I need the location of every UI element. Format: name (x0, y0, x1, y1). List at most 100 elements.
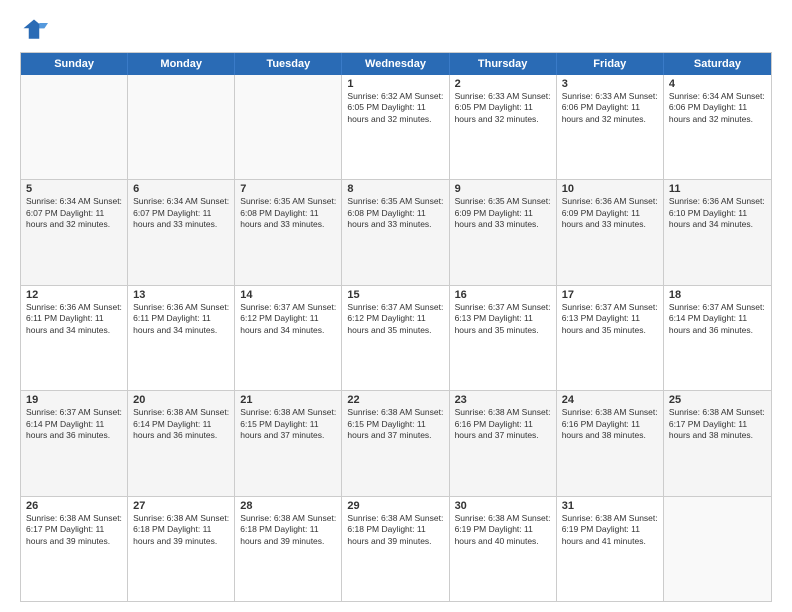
day-number: 13 (133, 289, 229, 301)
calendar-row-2: 5Sunrise: 6:34 AM Sunset: 6:07 PM Daylig… (21, 180, 771, 285)
day-info: Sunrise: 6:35 AM Sunset: 6:08 PM Dayligh… (347, 196, 443, 230)
table-row: 18Sunrise: 6:37 AM Sunset: 6:14 PM Dayli… (664, 286, 771, 390)
day-number: 17 (562, 289, 658, 301)
header-day-thursday: Thursday (450, 53, 557, 75)
day-number: 19 (26, 394, 122, 406)
day-info: Sunrise: 6:37 AM Sunset: 6:12 PM Dayligh… (347, 302, 443, 336)
day-info: Sunrise: 6:36 AM Sunset: 6:11 PM Dayligh… (26, 302, 122, 336)
day-info: Sunrise: 6:37 AM Sunset: 6:14 PM Dayligh… (669, 302, 766, 336)
day-info: Sunrise: 6:36 AM Sunset: 6:10 PM Dayligh… (669, 196, 766, 230)
table-row: 20Sunrise: 6:38 AM Sunset: 6:14 PM Dayli… (128, 391, 235, 495)
calendar: SundayMondayTuesdayWednesdayThursdayFrid… (20, 52, 772, 602)
day-number: 23 (455, 394, 551, 406)
day-info: Sunrise: 6:38 AM Sunset: 6:14 PM Dayligh… (133, 407, 229, 441)
day-number: 14 (240, 289, 336, 301)
calendar-row-1: 1Sunrise: 6:32 AM Sunset: 6:05 PM Daylig… (21, 75, 771, 180)
day-number: 10 (562, 183, 658, 195)
day-info: Sunrise: 6:38 AM Sunset: 6:16 PM Dayligh… (562, 407, 658, 441)
day-number: 6 (133, 183, 229, 195)
day-number: 31 (562, 500, 658, 512)
table-row: 1Sunrise: 6:32 AM Sunset: 6:05 PM Daylig… (342, 75, 449, 179)
header (20, 16, 772, 44)
table-row: 27Sunrise: 6:38 AM Sunset: 6:18 PM Dayli… (128, 497, 235, 601)
table-row: 24Sunrise: 6:38 AM Sunset: 6:16 PM Dayli… (557, 391, 664, 495)
calendar-row-3: 12Sunrise: 6:36 AM Sunset: 6:11 PM Dayli… (21, 286, 771, 391)
table-row: 14Sunrise: 6:37 AM Sunset: 6:12 PM Dayli… (235, 286, 342, 390)
day-number: 30 (455, 500, 551, 512)
day-info: Sunrise: 6:38 AM Sunset: 6:18 PM Dayligh… (240, 513, 336, 547)
table-row: 15Sunrise: 6:37 AM Sunset: 6:12 PM Dayli… (342, 286, 449, 390)
table-row (235, 75, 342, 179)
day-info: Sunrise: 6:34 AM Sunset: 6:07 PM Dayligh… (26, 196, 122, 230)
table-row: 12Sunrise: 6:36 AM Sunset: 6:11 PM Dayli… (21, 286, 128, 390)
day-info: Sunrise: 6:32 AM Sunset: 6:05 PM Dayligh… (347, 91, 443, 125)
day-info: Sunrise: 6:36 AM Sunset: 6:11 PM Dayligh… (133, 302, 229, 336)
day-info: Sunrise: 6:35 AM Sunset: 6:08 PM Dayligh… (240, 196, 336, 230)
day-info: Sunrise: 6:34 AM Sunset: 6:07 PM Dayligh… (133, 196, 229, 230)
day-number: 21 (240, 394, 336, 406)
header-day-wednesday: Wednesday (342, 53, 449, 75)
table-row: 2Sunrise: 6:33 AM Sunset: 6:05 PM Daylig… (450, 75, 557, 179)
table-row (128, 75, 235, 179)
day-number: 27 (133, 500, 229, 512)
day-number: 28 (240, 500, 336, 512)
day-info: Sunrise: 6:38 AM Sunset: 6:15 PM Dayligh… (347, 407, 443, 441)
table-row: 30Sunrise: 6:38 AM Sunset: 6:19 PM Dayli… (450, 497, 557, 601)
table-row: 23Sunrise: 6:38 AM Sunset: 6:16 PM Dayli… (450, 391, 557, 495)
table-row: 26Sunrise: 6:38 AM Sunset: 6:17 PM Dayli… (21, 497, 128, 601)
day-info: Sunrise: 6:38 AM Sunset: 6:16 PM Dayligh… (455, 407, 551, 441)
day-info: Sunrise: 6:38 AM Sunset: 6:15 PM Dayligh… (240, 407, 336, 441)
day-info: Sunrise: 6:33 AM Sunset: 6:06 PM Dayligh… (562, 91, 658, 125)
day-info: Sunrise: 6:33 AM Sunset: 6:05 PM Dayligh… (455, 91, 551, 125)
day-number: 22 (347, 394, 443, 406)
header-day-monday: Monday (128, 53, 235, 75)
table-row: 19Sunrise: 6:37 AM Sunset: 6:14 PM Dayli… (21, 391, 128, 495)
day-number: 7 (240, 183, 336, 195)
table-row (21, 75, 128, 179)
day-number: 9 (455, 183, 551, 195)
day-info: Sunrise: 6:36 AM Sunset: 6:09 PM Dayligh… (562, 196, 658, 230)
day-info: Sunrise: 6:38 AM Sunset: 6:18 PM Dayligh… (133, 513, 229, 547)
day-info: Sunrise: 6:37 AM Sunset: 6:13 PM Dayligh… (562, 302, 658, 336)
day-number: 2 (455, 78, 551, 90)
header-day-saturday: Saturday (664, 53, 771, 75)
day-number: 15 (347, 289, 443, 301)
table-row (664, 497, 771, 601)
header-day-friday: Friday (557, 53, 664, 75)
table-row: 13Sunrise: 6:36 AM Sunset: 6:11 PM Dayli… (128, 286, 235, 390)
day-number: 26 (26, 500, 122, 512)
day-info: Sunrise: 6:38 AM Sunset: 6:18 PM Dayligh… (347, 513, 443, 547)
day-info: Sunrise: 6:38 AM Sunset: 6:19 PM Dayligh… (455, 513, 551, 547)
table-row: 31Sunrise: 6:38 AM Sunset: 6:19 PM Dayli… (557, 497, 664, 601)
table-row: 4Sunrise: 6:34 AM Sunset: 6:06 PM Daylig… (664, 75, 771, 179)
day-info: Sunrise: 6:38 AM Sunset: 6:19 PM Dayligh… (562, 513, 658, 547)
table-row: 17Sunrise: 6:37 AM Sunset: 6:13 PM Dayli… (557, 286, 664, 390)
table-row: 9Sunrise: 6:35 AM Sunset: 6:09 PM Daylig… (450, 180, 557, 284)
day-number: 18 (669, 289, 766, 301)
table-row: 22Sunrise: 6:38 AM Sunset: 6:15 PM Dayli… (342, 391, 449, 495)
calendar-row-5: 26Sunrise: 6:38 AM Sunset: 6:17 PM Dayli… (21, 497, 771, 601)
calendar-body: 1Sunrise: 6:32 AM Sunset: 6:05 PM Daylig… (21, 75, 771, 601)
day-number: 20 (133, 394, 229, 406)
day-number: 16 (455, 289, 551, 301)
table-row: 25Sunrise: 6:38 AM Sunset: 6:17 PM Dayli… (664, 391, 771, 495)
table-row: 5Sunrise: 6:34 AM Sunset: 6:07 PM Daylig… (21, 180, 128, 284)
day-info: Sunrise: 6:35 AM Sunset: 6:09 PM Dayligh… (455, 196, 551, 230)
day-number: 1 (347, 78, 443, 90)
day-info: Sunrise: 6:37 AM Sunset: 6:12 PM Dayligh… (240, 302, 336, 336)
logo (20, 16, 52, 44)
day-info: Sunrise: 6:38 AM Sunset: 6:17 PM Dayligh… (26, 513, 122, 547)
day-number: 8 (347, 183, 443, 195)
table-row: 28Sunrise: 6:38 AM Sunset: 6:18 PM Dayli… (235, 497, 342, 601)
table-row: 7Sunrise: 6:35 AM Sunset: 6:08 PM Daylig… (235, 180, 342, 284)
day-number: 29 (347, 500, 443, 512)
table-row: 11Sunrise: 6:36 AM Sunset: 6:10 PM Dayli… (664, 180, 771, 284)
day-number: 3 (562, 78, 658, 90)
table-row: 21Sunrise: 6:38 AM Sunset: 6:15 PM Dayli… (235, 391, 342, 495)
day-number: 11 (669, 183, 766, 195)
day-number: 4 (669, 78, 766, 90)
day-number: 5 (26, 183, 122, 195)
day-number: 25 (669, 394, 766, 406)
table-row: 29Sunrise: 6:38 AM Sunset: 6:18 PM Dayli… (342, 497, 449, 601)
day-info: Sunrise: 6:38 AM Sunset: 6:17 PM Dayligh… (669, 407, 766, 441)
